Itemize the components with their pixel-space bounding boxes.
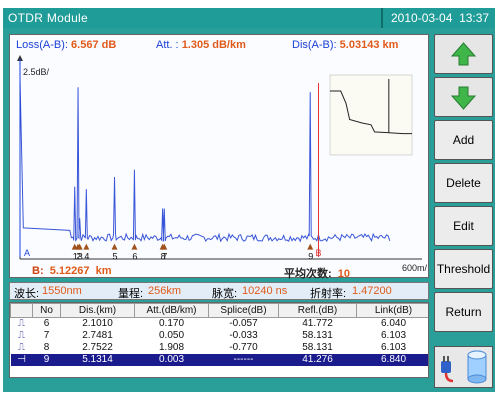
status-tray: [434, 346, 493, 388]
trace-screen[interactable]: Loss(A-B): 6.567 dB Att. : 1.305 dB/km D…: [9, 34, 430, 281]
reflective-event-icon: ⎍: [18, 318, 25, 329]
cell-no: 8: [43, 342, 50, 353]
event-number-label: 9: [308, 252, 313, 262]
cell-splice: -0.033: [229, 330, 258, 341]
cursor-b-value: 5.12267: [49, 265, 90, 277]
edit-button[interactable]: Edit: [434, 206, 493, 246]
cell-link: 6.103: [380, 342, 407, 353]
y-scale-label: 2.5dB/: [23, 67, 50, 77]
delete-button[interactable]: Delete: [434, 163, 493, 203]
cell-link: 6.040: [380, 318, 407, 329]
event-marker: [83, 243, 90, 250]
pulse-label: 脉宽:: [212, 288, 238, 300]
reflective-event-icon: ⎍: [18, 342, 25, 353]
reflective-event-icon: ⎍: [18, 330, 25, 341]
cell-attenuation: 0.170: [158, 318, 185, 329]
average-label: 平均次数:: [284, 268, 332, 280]
threshold-button[interactable]: Threshold: [434, 249, 493, 289]
storage-cylinder-icon: [467, 350, 487, 384]
events-table[interactable]: No Dis.(km) Att.(dB/km) Splice(dB) Refl.…: [9, 302, 429, 378]
col-header-attenuation: Att.(dB/km): [134, 303, 209, 318]
cursor-b-readout: B: 5.12267 km: [32, 265, 112, 277]
cell-link: 6.840: [356, 354, 428, 366]
time-display: 13:37: [459, 11, 490, 25]
event-marker: [131, 243, 138, 250]
average-value: 10: [337, 268, 351, 280]
cell-no: 9: [32, 354, 61, 366]
event-marker: [307, 243, 314, 250]
event-number-label: 5: [113, 252, 118, 262]
cell-no: 6: [43, 318, 50, 329]
cell-splice: -0.770: [229, 342, 258, 353]
cursor-b-label: B:: [32, 265, 44, 277]
event-number-label: 3: [78, 252, 83, 262]
cell-splice: -0.057: [229, 318, 258, 329]
scroll-up-button[interactable]: [434, 34, 493, 74]
cell-attenuation: 0.050: [158, 330, 185, 341]
date-display: 2010-03-04: [391, 11, 453, 25]
return-button[interactable]: Return: [434, 292, 493, 332]
up-arrow-icon: [450, 42, 477, 66]
cell-distance: 2.1010: [82, 318, 113, 329]
cell-reflectance: 58.131: [302, 342, 333, 353]
table-row[interactable]: ⎍ 8 2.7522 1.908 -0.770 58.131 6.103: [11, 342, 429, 354]
wavelength-label: 波长:: [14, 288, 40, 300]
add-button[interactable]: Add: [434, 120, 493, 160]
otdr-device-frame: OTDR Module 2010-03-04 13:37 Loss(A-B): …: [3, 8, 495, 392]
ior-label: 折射率:: [310, 288, 347, 300]
cell-reflectance: 41.772: [302, 318, 333, 329]
cursor-b-label: B: [316, 248, 322, 258]
range-label: 量程:: [118, 288, 144, 300]
cell-splice: ------: [208, 354, 279, 366]
cell-reflectance: 41.276: [278, 354, 357, 366]
end-event-icon: ⊣: [10, 354, 33, 366]
overview-inset: [329, 74, 413, 156]
cell-distance: 2.7522: [82, 342, 113, 353]
table-row-selected[interactable]: ⊣ 9 5.1314 0.003 ------ 41.276 6.840: [10, 354, 428, 366]
event-marker: [111, 243, 118, 250]
cell-distance: 2.7481: [82, 330, 113, 341]
col-header-distance: Dis.(km): [60, 303, 135, 318]
table-header-row: No Dis.(km) Att.(dB/km) Splice(dB) Refl.…: [10, 303, 428, 318]
wavelength-value: 1550nm: [42, 285, 82, 297]
col-header-no: No: [32, 303, 61, 318]
app-title: OTDR Module: [8, 11, 88, 25]
x-scale-label: 600m/: [402, 263, 428, 273]
cell-distance: 5.1314: [60, 354, 135, 366]
parameter-bar: 波长: 1550nm 量程: 256km 脉宽: 10240 ns 折射率: 1…: [9, 282, 429, 300]
clock: 2010-03-04 13:37: [381, 8, 495, 28]
pulse-value: 10240 ns: [242, 285, 288, 297]
col-header-link: Link(dB): [356, 303, 428, 318]
cell-attenuation: 1.908: [158, 342, 185, 353]
down-arrow-icon: [450, 86, 477, 110]
cursor-a-label: A: [24, 248, 30, 258]
scroll-down-button[interactable]: [434, 77, 493, 117]
event-number-label: 8: [161, 252, 166, 262]
cell-attenuation: 0.003: [134, 354, 209, 366]
trace-chart[interactable]: 2.5dB/600m/A B123 4 5 6 78 9: [10, 35, 430, 279]
col-header-type: [10, 303, 33, 318]
cell-reflectance: 58.131: [302, 330, 333, 341]
event-number-label: 6: [132, 252, 137, 262]
ior-value: 1.47200: [352, 285, 392, 297]
col-header-reflectance: Refl.(dB): [278, 303, 357, 318]
cursor-b-unit: km: [95, 265, 112, 277]
col-header-splice: Splice(dB): [208, 303, 279, 318]
event-number-label: 4: [84, 252, 89, 262]
cell-no: 7: [43, 330, 50, 341]
average-readout: 平均次数: 10: [284, 265, 350, 281]
table-row[interactable]: ⎍ 7 2.7481 0.050 -0.033 58.131 6.103: [11, 330, 429, 342]
table-row[interactable]: ⎍ 6 2.1010 0.170 -0.057 41.772 6.040: [11, 318, 429, 331]
cell-link: 6.103: [380, 330, 407, 341]
range-value: 256km: [148, 285, 182, 297]
title-bar: OTDR Module 2010-03-04 13:37: [3, 8, 495, 28]
